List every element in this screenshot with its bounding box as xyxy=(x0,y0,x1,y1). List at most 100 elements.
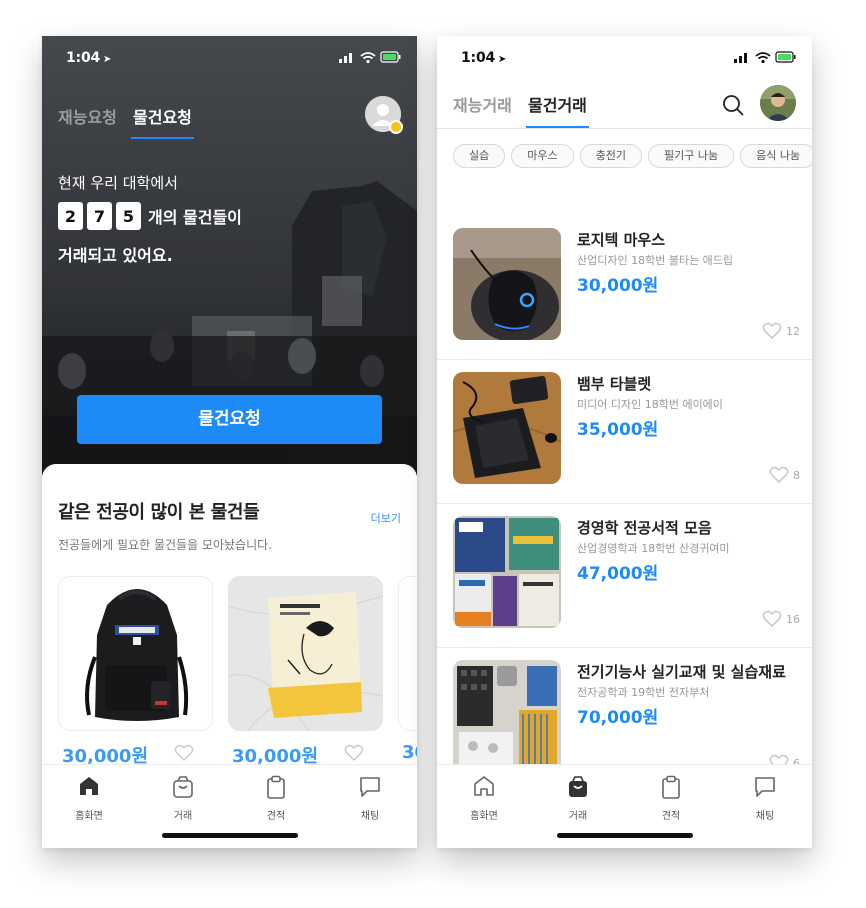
like-count-value: 12 xyxy=(786,324,800,338)
tab-label: 재능요청 xyxy=(58,108,117,127)
heart-icon xyxy=(762,610,782,627)
status-bar: 1:04 ➤ xyxy=(437,36,812,80)
active-tab-indicator xyxy=(131,137,194,139)
backpack-image xyxy=(85,589,189,721)
tab-item-trade[interactable]: 물건거래 xyxy=(526,92,589,128)
item-price: 30,000원 xyxy=(577,276,659,296)
item-price: 35,000원 xyxy=(577,420,659,440)
counter-digit: 7 xyxy=(87,202,112,230)
tab-talent-request[interactable]: 재능요청 xyxy=(58,104,117,128)
tab-label: 재능거래 xyxy=(453,96,512,115)
nav-trade[interactable]: 거래 xyxy=(548,775,608,822)
hero-line3: 거래되고 있어요. xyxy=(58,246,173,265)
nav-estimate[interactable]: 견적 xyxy=(246,775,306,822)
nav-home[interactable]: 홈화면 xyxy=(59,775,119,822)
counter-suffix: 개의 물건들이 xyxy=(148,208,242,227)
like-count-value: 16 xyxy=(786,612,800,626)
category-chip[interactable]: 마우스 xyxy=(511,144,574,168)
nav-estimate[interactable]: 견적 xyxy=(641,775,701,822)
like-count-value: 8 xyxy=(793,468,800,482)
shopping-bag-icon xyxy=(173,776,193,798)
tab-talent-trade[interactable]: 재능거래 xyxy=(453,92,512,116)
product-card[interactable] xyxy=(58,576,213,731)
home-icon xyxy=(474,776,494,796)
category-chip[interactable]: 필기구 나눔 xyxy=(648,144,735,168)
tab-label: 물건요청 xyxy=(133,108,192,127)
clipboard-icon xyxy=(267,775,285,799)
tab-label: 물건거래 xyxy=(528,96,587,115)
list-item[interactable]: 로지텍 마우스 산업디자인 18학번 불타는 애드립 30,000원 12 xyxy=(437,216,812,360)
nav-label: 견적 xyxy=(661,811,681,822)
nav-home[interactable]: 홈화면 xyxy=(454,775,514,822)
profile-photo xyxy=(760,85,796,121)
heart-icon xyxy=(762,322,782,339)
category-chips: 실습 마우스 충전기 필기구 나눔 음식 나눔 xyxy=(453,144,812,168)
clipboard-icon xyxy=(662,775,680,799)
chat-icon xyxy=(755,777,775,797)
nav-chat[interactable]: 채팅 xyxy=(340,775,400,822)
see-more-link[interactable]: 더보기 xyxy=(371,510,401,526)
category-chip[interactable]: 충전기 xyxy=(579,144,642,168)
product-card[interactable] xyxy=(398,576,417,731)
nav-label: 거래 xyxy=(173,811,193,822)
left-phone-screen: 1:04 ➤ 재능요청 물건요청 현재 우리 대학에서 2 7 5 개의 물건들… xyxy=(42,36,417,848)
nav-chat[interactable]: 채팅 xyxy=(735,775,795,822)
status-time: 1:04 ➤ xyxy=(66,50,112,66)
item-counter: 2 7 5 개의 물건들이 xyxy=(58,202,242,230)
nav-label: 채팅 xyxy=(360,811,380,822)
category-chip[interactable]: 음식 나눔 xyxy=(740,144,812,168)
right-phone-screen: 1:04 ➤ 재능거래 물건거래 실습 마우스 충전기 필기구 나눔 음식 나눔… xyxy=(437,36,812,848)
nav-label: 채팅 xyxy=(755,811,775,822)
shopping-bag-icon xyxy=(569,776,587,797)
profile-avatar[interactable] xyxy=(365,96,403,134)
item-request-button[interactable]: 물건요청 xyxy=(77,395,382,444)
item-thumbnail xyxy=(453,372,561,484)
tab-item-request[interactable]: 물건요청 xyxy=(131,104,194,139)
item-title: 뱀부 타블렛 xyxy=(577,375,652,393)
item-thumbnail xyxy=(453,516,561,628)
chat-icon xyxy=(360,777,380,797)
item-thumbnail xyxy=(453,660,561,772)
profile-avatar[interactable] xyxy=(760,85,796,121)
nav-label: 견적 xyxy=(266,811,286,822)
bottom-navigation: 홈화면 거래 견적 채팅 xyxy=(437,764,812,848)
home-icon xyxy=(80,777,98,795)
category-chip[interactable]: 실습 xyxy=(453,144,506,168)
electronics-kit-image xyxy=(453,660,561,772)
home-indicator xyxy=(161,833,298,838)
list-item[interactable]: 뱀부 타블렛 미디어 디자인 18학번 에이에이 35,000원 8 xyxy=(437,360,812,504)
section-subtitle: 전공들에게 필요한 물건들을 모아놨습니다. xyxy=(58,538,272,552)
books-image xyxy=(453,516,561,628)
status-bar: 1:04 ➤ xyxy=(42,36,417,80)
heart-icon[interactable] xyxy=(174,744,194,762)
item-seller: 산업디자인 18학번 불타는 애드립 xyxy=(577,254,734,267)
section-title: 같은 전공이 많이 본 물건들 xyxy=(58,502,260,523)
like-count[interactable]: 16 xyxy=(762,610,800,628)
item-title: 전기기능사 실기교재 및 실습재료 xyxy=(577,663,786,681)
item-price: 47,000원 xyxy=(577,564,659,584)
item-price: 70,000원 xyxy=(577,708,659,728)
like-count[interactable]: 8 xyxy=(769,466,800,484)
tablet-image xyxy=(453,372,561,484)
item-title: 로지텍 마우스 xyxy=(577,231,666,249)
notification-badge xyxy=(389,120,403,134)
status-icons xyxy=(339,50,401,64)
counter-digit: 2 xyxy=(58,202,83,230)
hero-section: 1:04 ➤ 재능요청 물건요청 현재 우리 대학에서 2 7 5 개의 물건들… xyxy=(42,36,417,476)
like-count[interactable]: 12 xyxy=(762,322,800,340)
nav-label: 홈화면 xyxy=(75,811,103,822)
item-thumbnail xyxy=(453,228,561,340)
bottom-navigation: 홈화면 거래 견적 채팅 xyxy=(42,764,417,848)
list-item[interactable]: 경영학 전공서적 모음 산업경영학과 18학번 산경귀여미 47,000원 16 xyxy=(437,504,812,648)
heart-icon[interactable] xyxy=(344,744,364,762)
nav-label: 거래 xyxy=(568,811,588,822)
item-seller: 미디어 디자인 18학번 에이에이 xyxy=(577,398,723,411)
mouse-image xyxy=(453,228,561,340)
product-price: 30 xyxy=(402,742,417,763)
heart-icon xyxy=(769,466,789,483)
nav-trade[interactable]: 거래 xyxy=(153,775,213,822)
search-icon[interactable] xyxy=(722,94,744,116)
status-time: 1:04 ➤ xyxy=(461,50,507,66)
book-image xyxy=(228,576,383,731)
product-card[interactable] xyxy=(228,576,383,731)
